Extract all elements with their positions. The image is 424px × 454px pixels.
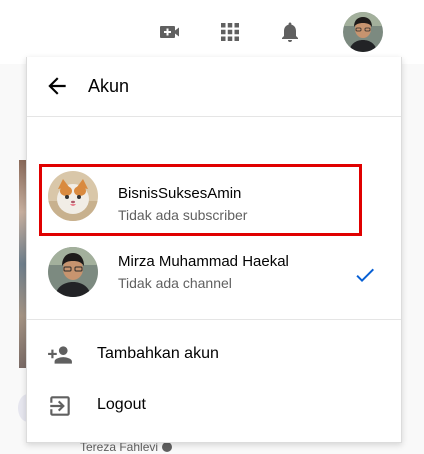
- divider: [27, 319, 401, 320]
- popup-header: Akun: [27, 57, 401, 117]
- user-avatar[interactable]: [343, 12, 383, 52]
- account-name: Mirza Muhammad Haekal: [118, 253, 289, 270]
- account-menu-popup: Akun BisnisSuksesAmin Tidak ada subscrib…: [26, 57, 402, 443]
- verified-badge-icon: [162, 442, 173, 452]
- popup-title: Akun: [88, 76, 130, 96]
- apps-grid-icon[interactable]: [218, 20, 242, 44]
- person-add-icon: [47, 342, 73, 368]
- logout-button[interactable]: Logout: [27, 383, 401, 427]
- add-account-label: Tambahkan akun: [97, 345, 219, 362]
- add-account-button[interactable]: Tambahkan akun: [27, 332, 401, 376]
- bell-icon[interactable]: [278, 20, 302, 44]
- video-camera-plus-icon[interactable]: [158, 20, 182, 44]
- logout-icon: [47, 393, 73, 419]
- highlight-box: [39, 164, 362, 236]
- account-avatar: [48, 247, 98, 297]
- top-bar: [0, 0, 424, 64]
- account-item-mirza[interactable]: Mirza Muhammad Haekal Tidak ada channel: [27, 237, 401, 301]
- arrow-left-icon[interactable]: [44, 73, 70, 99]
- logout-label: Logout: [97, 396, 146, 413]
- check-icon: [353, 263, 377, 287]
- account-subtitle: Tidak ada channel: [118, 275, 232, 291]
